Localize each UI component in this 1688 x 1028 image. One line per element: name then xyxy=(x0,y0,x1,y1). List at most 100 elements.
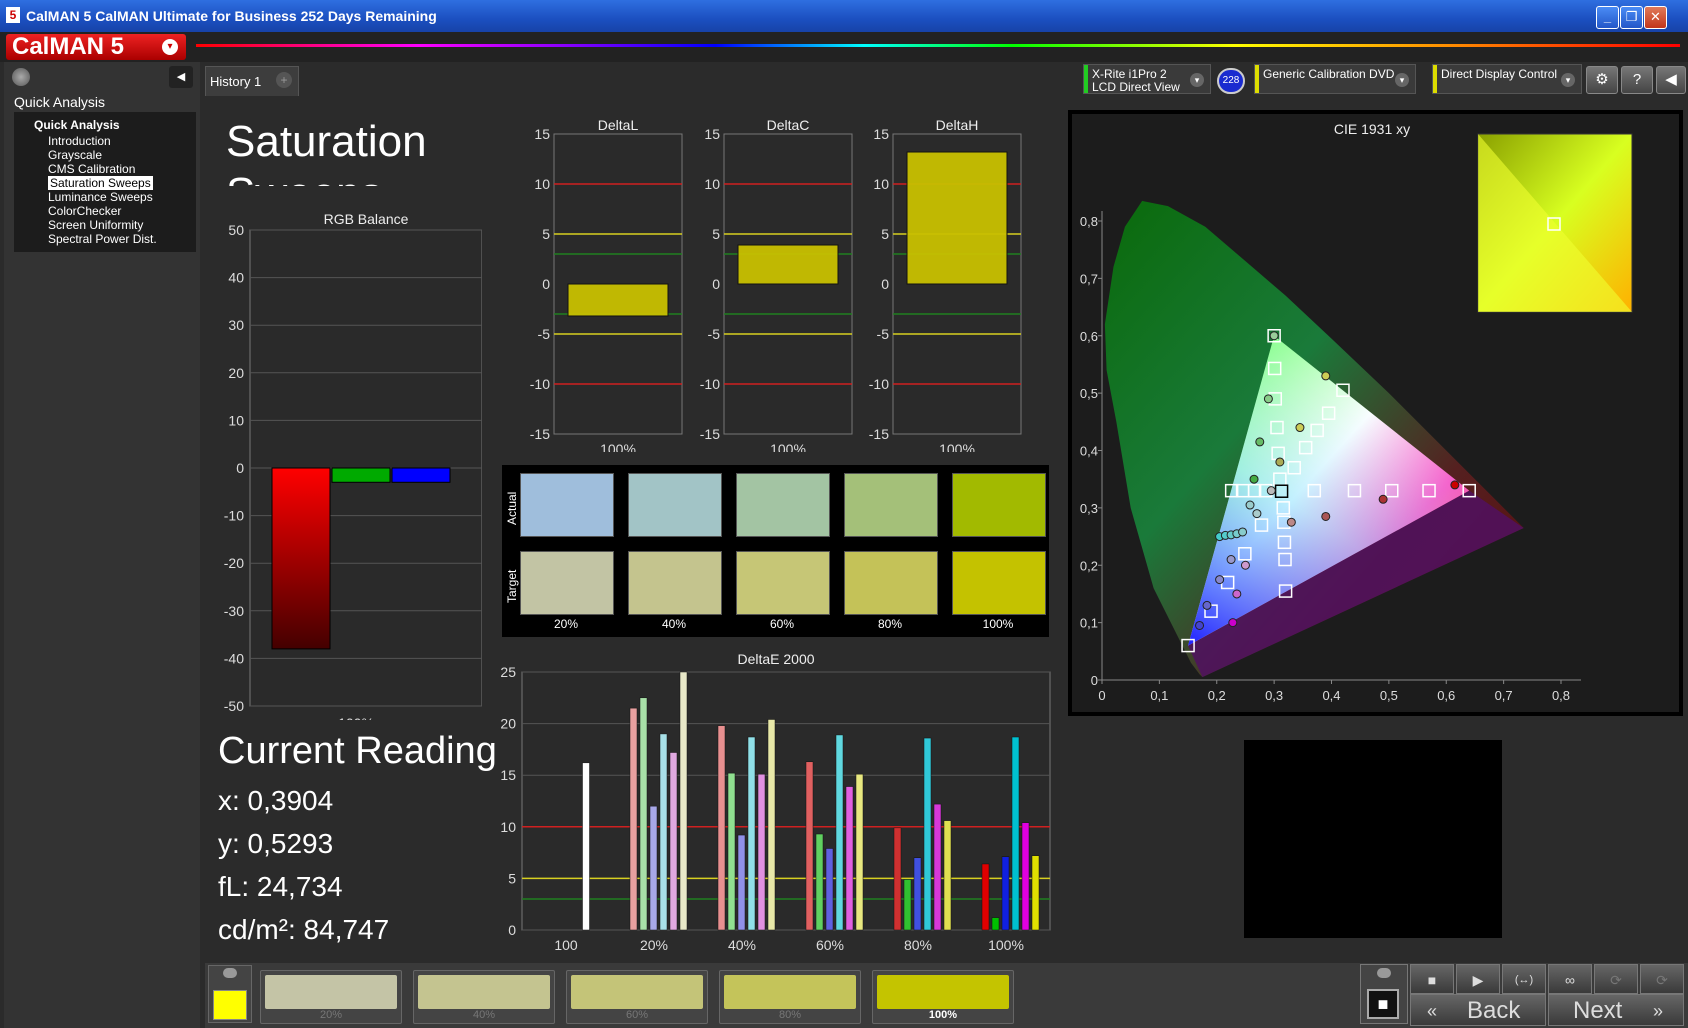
measured-point xyxy=(1450,480,1460,490)
window-title-bar: 5 CalMAN 5 CalMAN Ultimate for Business … xyxy=(0,0,1688,32)
next-button[interactable]: Next » xyxy=(1548,994,1684,1026)
tree-item-saturation-sweeps[interactable]: Saturation Sweeps xyxy=(48,176,153,190)
y-tick-label: 10 xyxy=(873,176,889,192)
tree-item-screen-uniformity[interactable]: Screen Uniformity xyxy=(48,218,143,232)
current-patch-panel xyxy=(208,965,252,1023)
actual-swatch xyxy=(628,473,722,537)
patch-button[interactable]: 60% xyxy=(566,970,708,1024)
target-row-label: Target xyxy=(505,569,519,603)
tree-item-grayscale[interactable]: Grayscale xyxy=(48,148,102,162)
y-tick-label: 10 xyxy=(228,412,244,428)
x-tick-label: 80% xyxy=(904,937,932,953)
deltae-bar xyxy=(835,734,844,931)
y-tick-label: -15 xyxy=(530,426,550,442)
extra-button[interactable]: ⟳ xyxy=(1640,964,1684,994)
y-tick-label: 20 xyxy=(500,716,516,732)
loop-button[interactable]: ∞ xyxy=(1548,964,1592,994)
deltae-bar xyxy=(1031,855,1040,931)
loop-icon: ∞ xyxy=(1565,972,1575,988)
collapse-right-button[interactable]: ◀ xyxy=(1656,66,1686,94)
y-tick-label: 0 xyxy=(542,276,550,292)
y-tick-label: 0,3 xyxy=(1080,501,1098,516)
swatch-comparison: Actual Target 20% 40% 60% 80% 100% xyxy=(502,465,1049,637)
tree-item-cms-calibration[interactable]: CMS Calibration xyxy=(48,162,135,176)
patch-toggle-icon[interactable] xyxy=(223,968,237,978)
deltae-bar xyxy=(747,736,756,931)
tab-history-1[interactable]: History 1 + xyxy=(205,66,299,97)
read-button[interactable]: ■ xyxy=(1367,989,1399,1019)
measured-point xyxy=(1378,494,1388,504)
display-color-bar xyxy=(1433,65,1437,93)
maximize-button[interactable]: ❐ xyxy=(1620,6,1643,29)
meter-name: X-Rite i1Pro 2 xyxy=(1092,67,1167,81)
record-toggle-icon[interactable] xyxy=(1377,968,1391,978)
swatch-label: 20% xyxy=(553,617,579,631)
display-name: Direct Display Control xyxy=(1441,67,1558,81)
patch-button[interactable]: 100% xyxy=(872,970,1014,1024)
panel-pin-icon[interactable] xyxy=(12,68,30,86)
stop-button[interactable]: ■ xyxy=(1410,964,1454,994)
close-button[interactable]: ✕ xyxy=(1644,6,1667,29)
play-button[interactable]: ▶ xyxy=(1456,964,1500,994)
calman-logo-button[interactable]: CalMAN 5 ▾ xyxy=(6,34,186,60)
y-tick-label: -20 xyxy=(224,555,244,571)
patch-button[interactable]: 40% xyxy=(413,970,555,1024)
x-tick-label: 0,5 xyxy=(1380,688,1398,703)
meter-mode: LCD Direct View xyxy=(1092,80,1180,94)
meter-selector[interactable]: X-Rite i1Pro 2 LCD Direct View ▾ xyxy=(1083,64,1211,94)
current-reading-title: Current Reading xyxy=(218,730,497,772)
y-tick-label: 0 xyxy=(1091,673,1098,688)
patch-color xyxy=(877,975,1009,1009)
y-tick-label: 0,4 xyxy=(1080,444,1098,459)
reading-preview-box xyxy=(1244,740,1502,938)
cycle-button[interactable]: (↔) xyxy=(1502,964,1546,994)
reading-y: y: 0,5293 xyxy=(218,828,334,859)
y-tick-label: -30 xyxy=(224,603,244,619)
minimize-button[interactable]: _ xyxy=(1596,6,1619,29)
meter-color-bar xyxy=(1084,65,1088,93)
cie-chart-panel: CIE 1931 xy 0 0,1 0,2 0,3 0,4 0,5 0,6 0,7 0,8 0 0,1… xyxy=(1068,110,1683,716)
tree-item-luminance-sweeps[interactable]: Luminance Sweeps xyxy=(48,190,153,204)
tree-item-colorchecker[interactable]: ColorChecker xyxy=(48,204,121,218)
settings-button[interactable]: ⚙ xyxy=(1586,66,1618,94)
chart-title: DeltaC xyxy=(767,117,810,133)
measured-point xyxy=(1269,331,1279,341)
cycle-icon: (↔) xyxy=(1514,974,1534,986)
add-tab-button[interactable]: + xyxy=(276,72,292,88)
back-button[interactable]: « Back xyxy=(1410,994,1546,1026)
tree-item-introduction[interactable]: Introduction xyxy=(48,134,111,148)
y-tick-label: 50 xyxy=(228,222,244,238)
help-button[interactable]: ? xyxy=(1621,66,1653,94)
x-tick-label: 0,3 xyxy=(1265,688,1283,703)
deltac-chart: DeltaC 15 10 5 0 -5 -10 -15 100% xyxy=(700,117,853,452)
patch-color xyxy=(265,975,397,1009)
display-selector[interactable]: Direct Display Control ▾ xyxy=(1432,64,1582,94)
refresh-button[interactable]: ⟳ xyxy=(1594,964,1638,994)
actual-swatch xyxy=(736,473,830,537)
measured-point xyxy=(1195,620,1205,630)
y-tick-label: 0 xyxy=(236,460,244,476)
tree-root-quick-analysis[interactable]: Quick Analysis xyxy=(34,118,120,132)
deltae-bar xyxy=(679,671,688,931)
patch-button[interactable]: 20% xyxy=(260,970,402,1024)
patch-button[interactable]: 80% xyxy=(719,970,861,1024)
tree-item-spectral-power-dist[interactable]: Spectral Power Dist. xyxy=(48,232,157,246)
delta-bar xyxy=(906,151,1008,285)
x-tick-label: 100 xyxy=(554,937,578,953)
deltae-bar xyxy=(923,737,932,931)
meter-badge[interactable]: 228 xyxy=(1217,68,1245,94)
measured-point xyxy=(1249,474,1259,484)
y-tick-label: 0,2 xyxy=(1080,558,1098,573)
y-tick-label: -40 xyxy=(224,650,244,666)
x-tick-label: 0,2 xyxy=(1208,688,1226,703)
deltae-bar xyxy=(845,786,854,931)
current-patch-swatch xyxy=(213,990,247,1020)
collapse-left-panel-button[interactable]: ◀ xyxy=(169,66,193,88)
measured-point xyxy=(1255,437,1265,447)
back-label: Back xyxy=(1467,997,1521,1024)
deltae-bar xyxy=(893,827,902,931)
source-selector[interactable]: Generic Calibration DVD ▾ xyxy=(1254,64,1416,94)
x-tick-label: 0,6 xyxy=(1437,688,1455,703)
y-tick-label: 10 xyxy=(500,819,516,835)
deltae-bar xyxy=(933,803,942,931)
